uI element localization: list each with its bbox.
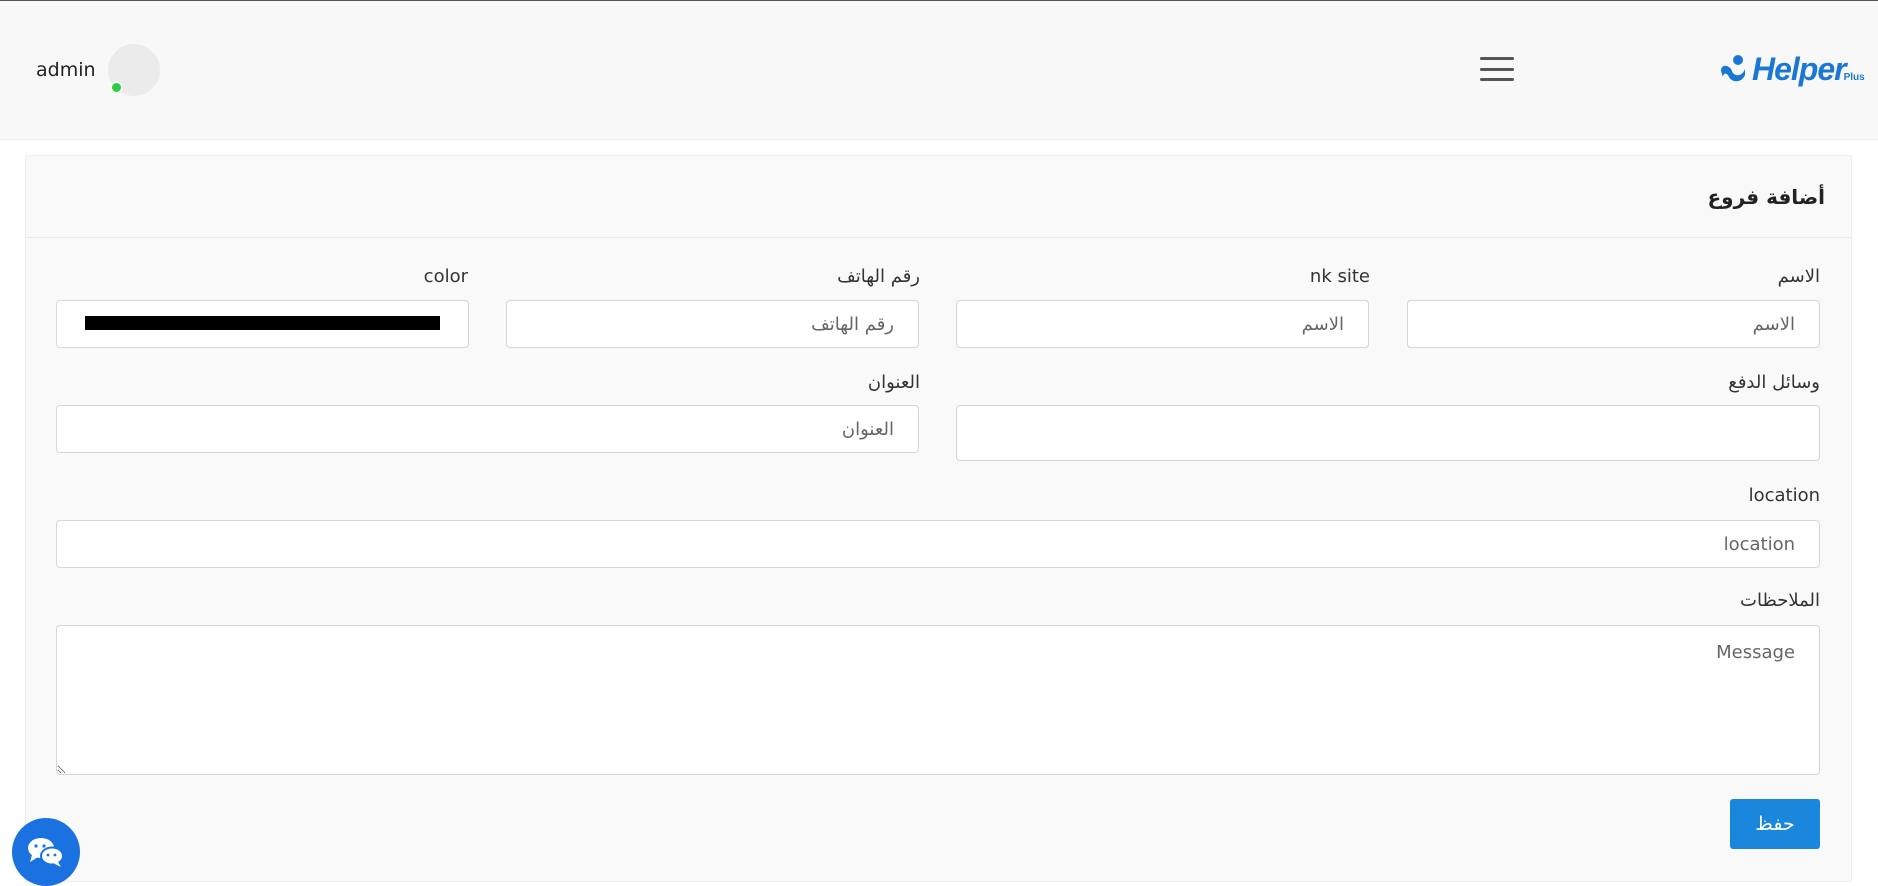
save-button[interactable]: حفظ bbox=[1730, 799, 1820, 849]
address-input[interactable] bbox=[56, 405, 919, 453]
page-title: أضافة فروع bbox=[1707, 184, 1825, 209]
user-menu[interactable]: admin bbox=[36, 44, 160, 96]
site-label: nk site bbox=[1309, 266, 1370, 287]
user-name: admin bbox=[36, 59, 96, 81]
phone-label: رقم الهاتف bbox=[837, 266, 920, 287]
logo-mark-icon bbox=[1721, 55, 1745, 82]
online-status-dot bbox=[109, 81, 123, 94]
card-header: أضافة فروع bbox=[26, 156, 1851, 238]
color-swatch bbox=[85, 316, 440, 330]
name-label: الاسم bbox=[1777, 266, 1820, 287]
notes-textarea[interactable] bbox=[56, 625, 1820, 775]
name-input[interactable] bbox=[1407, 300, 1820, 348]
payment-methods-select[interactable] bbox=[956, 405, 1820, 461]
helper-plus-logo[interactable]: Helper Plus bbox=[1718, 49, 1873, 89]
logo-suffix: Plus bbox=[1843, 72, 1865, 83]
chat-widget-button[interactable] bbox=[12, 818, 80, 886]
top-header: admin Helper Plus bbox=[0, 1, 1878, 140]
color-picker-input[interactable] bbox=[56, 300, 469, 348]
address-label: العنوان bbox=[867, 372, 920, 393]
payment-methods-label: وسائل الدفع bbox=[1728, 372, 1820, 393]
chat-bubbles-icon bbox=[28, 838, 64, 867]
location-input[interactable] bbox=[56, 520, 1820, 568]
logo-text: Helper bbox=[1752, 50, 1847, 87]
site-input[interactable] bbox=[956, 300, 1369, 348]
color-label: color bbox=[423, 266, 468, 287]
location-label: location bbox=[1748, 485, 1820, 506]
menu-toggle-icon[interactable] bbox=[1480, 57, 1514, 81]
phone-input[interactable] bbox=[506, 300, 919, 348]
avatar[interactable] bbox=[107, 44, 160, 96]
notes-label: الملاحظات bbox=[1740, 590, 1820, 611]
